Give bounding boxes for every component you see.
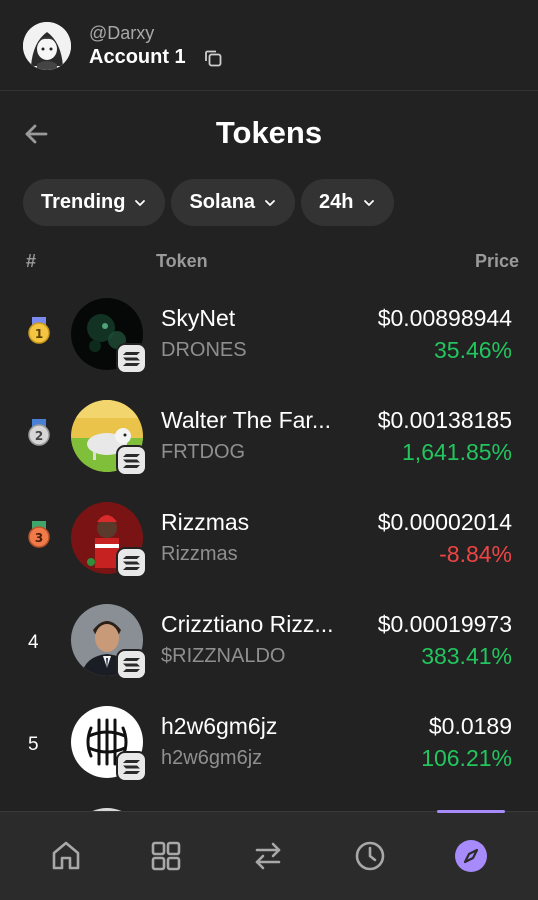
token-change: 383.41%: [421, 643, 512, 669]
token-change: -8.84%: [439, 541, 512, 567]
swap-icon: [255, 842, 281, 870]
filter-label: 24h: [319, 191, 354, 213]
token-change: 106.21%: [421, 745, 512, 771]
copy-icon[interactable]: [203, 48, 223, 68]
nav-swap-button[interactable]: [248, 836, 288, 876]
compass-icon: [455, 840, 487, 872]
token-row[interactable]: 3 Rizzmas Rizzmas $0.00002014 -8.84%: [0, 490, 538, 592]
rank-number: 5: [28, 734, 39, 755]
home-icon: [52, 841, 80, 870]
solana-chain-icon: [116, 445, 147, 476]
token-price: $0.00019973: [377, 611, 512, 637]
nav-apps-button[interactable]: [146, 836, 186, 876]
solana-chain-icon: [116, 547, 147, 578]
chevron-down-icon: [363, 199, 374, 206]
rank-number: 4: [28, 632, 39, 653]
token-price: $0.00002014: [377, 509, 512, 535]
bronze-medal-icon: 3: [24, 519, 54, 549]
token-symbol: FRTDOG: [161, 441, 246, 463]
account-name[interactable]: Account 1: [89, 46, 186, 69]
account-header[interactable]: @Darxy Account 1: [0, 0, 538, 91]
chevron-down-icon: [135, 199, 146, 206]
token-row[interactable]: 2 Walter The Far... FRTDOG $0.00138185 1…: [0, 388, 538, 490]
page-title: Tokens: [215, 115, 323, 150]
token-change: 1,641.85%: [402, 439, 512, 465]
grid-icon: [151, 841, 181, 871]
token-name: h2w6gm6jz: [161, 713, 278, 739]
avatar[interactable]: [23, 22, 71, 70]
solana-chain-icon: [116, 343, 147, 374]
token-symbol: $RIZZNALDO: [161, 645, 286, 667]
token-list: 1 SkyNet DRONES $0.00898944 35.46% 2 Wal…: [0, 286, 538, 898]
column-header-token: Token: [156, 251, 208, 271]
bottom-navigation: [0, 810, 538, 900]
nav-explore-button[interactable]: [451, 836, 491, 876]
gold-medal-icon: 1: [24, 315, 54, 345]
filter-label: Solana: [189, 191, 256, 213]
token-price: $0.00898944: [377, 305, 512, 331]
filter-trending-dropdown[interactable]: Trending: [23, 179, 166, 226]
token-name: SkyNet: [161, 305, 236, 331]
token-price: $0.00138185: [377, 407, 512, 433]
token-name: Rizzmas: [161, 509, 250, 535]
active-tab-indicator: [437, 810, 505, 813]
silver-medal-icon: 2: [24, 417, 54, 447]
rank-number: 1: [35, 327, 43, 341]
token-name: Walter The Far...: [161, 407, 331, 433]
column-header-price: Price: [474, 251, 519, 271]
nav-home-button[interactable]: [46, 836, 86, 876]
token-name: Crizztiano Rizz...: [161, 611, 334, 637]
solana-chain-icon: [116, 751, 147, 782]
nav-history-button[interactable]: [350, 836, 390, 876]
filter-network-dropdown[interactable]: Solana: [171, 179, 296, 226]
rank-number: 2: [35, 429, 43, 443]
chevron-down-icon: [265, 199, 275, 206]
account-handle: @Darxy: [89, 23, 155, 43]
filter-timeframe-dropdown[interactable]: 24h: [301, 179, 394, 226]
token-row[interactable]: 4 Crizztiano Rizz... $RIZZNALDO $0.00019…: [0, 592, 538, 694]
token-change: 35.46%: [433, 337, 512, 363]
token-row[interactable]: 1 SkyNet DRONES $0.00898944 35.46%: [0, 286, 538, 388]
token-symbol: DRONES: [161, 339, 247, 361]
filter-bar: Trending Solana 24h: [23, 179, 394, 226]
token-price: $0.0189: [428, 713, 512, 739]
token-symbol: h2w6gm6jz: [161, 747, 263, 769]
token-symbol: Rizzmas: [161, 543, 238, 565]
rank-number: 3: [35, 531, 43, 545]
token-row[interactable]: 5 h2w6gm6jz h2w6gm6jz $0.0189 106.21%: [0, 694, 538, 796]
column-header-rank: #: [26, 251, 37, 271]
solana-chain-icon: [116, 649, 147, 680]
history-icon: [355, 841, 385, 871]
filter-label: Trending: [41, 191, 126, 213]
